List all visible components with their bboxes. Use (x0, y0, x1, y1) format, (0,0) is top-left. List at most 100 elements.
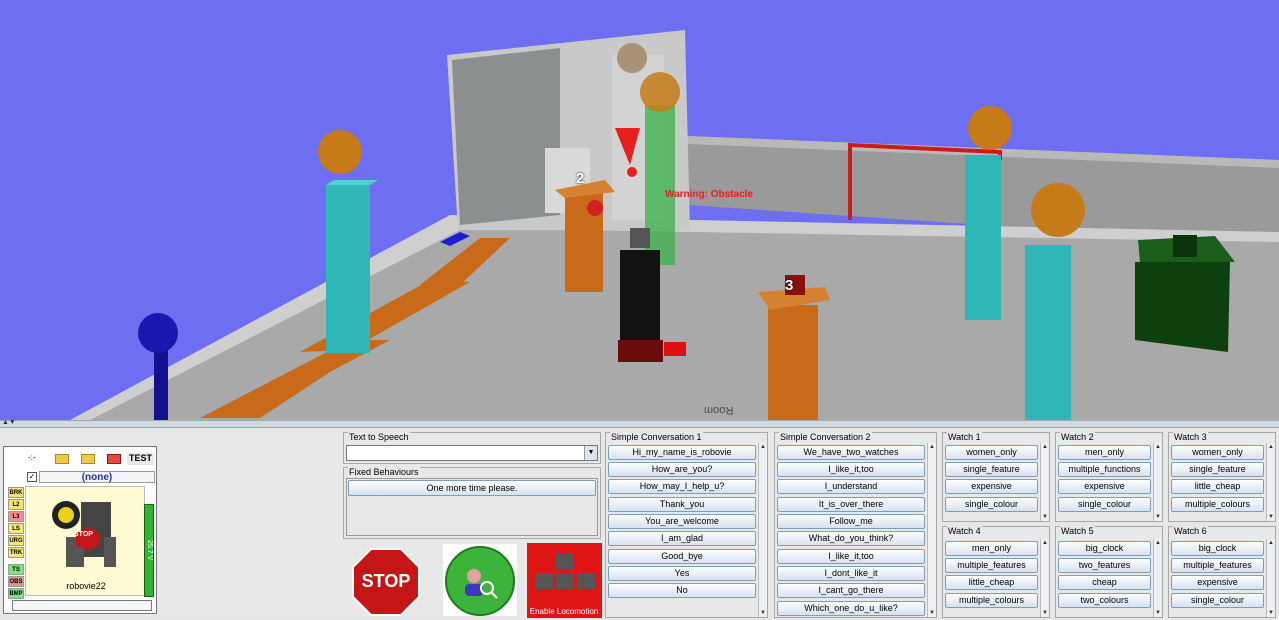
conv1-button[interactable]: You_are_welcome (608, 514, 756, 529)
watch5-button[interactable]: two_features (1058, 558, 1151, 573)
control-panel: -:- TEST BRK L2 L3 LS URG TRK TS OBS BMP… (0, 428, 1279, 618)
watch1-button[interactable]: women_only (945, 445, 1038, 460)
conv2-button[interactable]: I_dont_like_it (777, 566, 925, 581)
watch6-button[interactable]: single_colour (1171, 593, 1264, 608)
watch4-button[interactable]: multiple_features (945, 558, 1038, 573)
watch-2-title: Watch 2 (1060, 432, 1095, 442)
robot-checkbox[interactable]: ✓ (27, 472, 37, 482)
watch2-button[interactable]: single_colour (1058, 497, 1151, 512)
watch3-button[interactable]: women_only (1171, 445, 1264, 460)
enable-locomotion-button[interactable]: Enable Locomotion (527, 543, 602, 618)
scroll-up-icon[interactable]: ▲ (1267, 539, 1275, 547)
conv1-button[interactable]: Thank_you (608, 497, 756, 512)
tts-input[interactable]: ▼ (346, 445, 598, 461)
robot-toolbar: -:- TEST (8, 453, 155, 467)
scroll-up-icon[interactable]: ▲ (1154, 539, 1162, 547)
conv2-button[interactable]: I_understand (777, 479, 925, 494)
stop-button[interactable]: STOP (351, 547, 421, 617)
scroll-down-icon[interactable]: ▼ (1154, 513, 1162, 521)
watch2-button[interactable]: expensive (1058, 479, 1151, 494)
watch4-scrollbar[interactable]: ▲ ▼ (1040, 539, 1049, 617)
watch3-button[interactable]: single_feature (1171, 462, 1264, 477)
folder-icon[interactable] (55, 454, 69, 464)
watch6-button[interactable]: multiple_features (1171, 558, 1264, 573)
watch-1-title: Watch 1 (947, 432, 982, 442)
watch6-button[interactable]: expensive (1171, 575, 1264, 590)
scroll-down-icon[interactable]: ▼ (1267, 609, 1275, 617)
conv2-button[interactable]: I_like_it,too (777, 549, 925, 564)
conv1-button[interactable]: Good_bye (608, 549, 756, 564)
conv1-scrollbar[interactable]: ▲ ▼ (758, 443, 767, 617)
scroll-up-icon[interactable]: ▲ (928, 443, 936, 451)
3d-viewport[interactable]: Warning: Obstacle 2 3 Room (0, 0, 1279, 420)
watch-6-title: Watch 6 (1173, 526, 1208, 536)
conv2-button[interactable]: I_cant_go_there (777, 583, 925, 598)
watch1-button[interactable]: single_feature (945, 462, 1038, 477)
status-flags: BRK L2 L3 LS URG TRK TS OBS BMP (8, 487, 24, 600)
scroll-up-icon[interactable]: ▲ (1267, 443, 1275, 451)
watch4-button[interactable]: men_only (945, 541, 1038, 556)
conv1-button[interactable]: I_am_glad (608, 531, 756, 546)
watch6-button[interactable]: big_clock (1171, 541, 1264, 556)
behaviour-button[interactable]: One more time please. (348, 480, 596, 496)
toolbar-arrows: -:- (28, 453, 36, 462)
split-divider[interactable]: ▲▼ (0, 419, 1279, 428)
scroll-up-icon[interactable]: ▲ (1041, 443, 1049, 451)
watch4-button[interactable]: multiple_colours (945, 593, 1038, 608)
scroll-down-icon[interactable]: ▼ (1267, 513, 1275, 521)
obstacle-warning-text: Warning: Obstacle (665, 189, 753, 200)
scroll-up-icon[interactable]: ▲ (1041, 539, 1049, 547)
stop-label: STOP (361, 571, 411, 591)
watch-4-group: Watch 4 men_only multiple_features littl… (942, 526, 1050, 618)
divider-arrows-icon[interactable]: ▲▼ (2, 419, 16, 426)
conv2-button[interactable]: What_do_you_think? (777, 531, 925, 546)
conv1-button[interactable]: Hi_my_name_is_robovie (608, 445, 756, 460)
scroll-down-icon[interactable]: ▼ (928, 609, 936, 617)
watch2-button[interactable]: multiple_functions (1058, 462, 1151, 477)
test-button[interactable]: TEST (127, 453, 155, 465)
scroll-up-icon[interactable]: ▲ (1154, 443, 1162, 451)
conv1-button[interactable]: How_are_you? (608, 462, 756, 477)
scroll-down-icon[interactable]: ▼ (759, 609, 767, 617)
conv2-button[interactable]: I_like_it,too (777, 462, 925, 477)
conv2-button[interactable]: We_have_two_watches (777, 445, 925, 460)
scroll-down-icon[interactable]: ▼ (1041, 609, 1049, 617)
watch1-scrollbar[interactable]: ▲ ▼ (1040, 443, 1049, 521)
conv1-button[interactable]: No (608, 583, 756, 598)
watch1-button[interactable]: expensive (945, 479, 1038, 494)
watch-3-group: Watch 3 women_only single_feature little… (1168, 432, 1276, 522)
fixed-behaviours-group: Fixed Behaviours One more time please. (343, 467, 601, 539)
robot-card[interactable]: STOP robovie22 (25, 486, 145, 596)
robot-command-input[interactable] (12, 600, 152, 611)
folder-open-icon[interactable] (81, 454, 95, 464)
scroll-down-icon[interactable]: ▼ (1041, 513, 1049, 521)
watch5-scrollbar[interactable]: ▲ ▼ (1153, 539, 1162, 617)
watch2-scrollbar[interactable]: ▲ ▼ (1153, 443, 1162, 521)
robot-selection[interactable]: (none) (39, 471, 155, 483)
watch3-button[interactable]: little_cheap (1171, 479, 1264, 494)
fixed-behaviours-title: Fixed Behaviours (348, 467, 420, 477)
watch6-scrollbar[interactable]: ▲ ▼ (1266, 539, 1275, 617)
chevron-down-icon[interactable]: ▼ (584, 446, 597, 460)
watch4-button[interactable]: little_cheap (945, 575, 1038, 590)
conv1-button[interactable]: How_may_I_help_u? (608, 479, 756, 494)
orange-ball-left (318, 130, 362, 174)
conv2-scrollbar[interactable]: ▲ ▼ (927, 443, 936, 617)
watch5-button[interactable]: two_colours (1058, 593, 1151, 608)
search-user-button[interactable] (443, 544, 517, 616)
watch5-button[interactable]: big_clock (1058, 541, 1151, 556)
robot-stop-text: STOP (74, 531, 93, 538)
conv2-button[interactable]: It_is_over_there (777, 497, 925, 512)
conv1-button[interactable]: Yes (608, 566, 756, 581)
watch2-button[interactable]: men_only (1058, 445, 1151, 460)
watch3-scrollbar[interactable]: ▲ ▼ (1266, 443, 1275, 521)
watch1-button[interactable]: single_colour (945, 497, 1038, 512)
alert-icon[interactable] (107, 454, 121, 464)
simple-conversation-1-title: Simple Conversation 1 (610, 432, 703, 442)
watch3-button[interactable]: multiple_colours (1171, 497, 1264, 512)
conv2-button[interactable]: Which_one_do_u_like? (777, 601, 925, 616)
watch5-button[interactable]: cheap (1058, 575, 1151, 590)
scroll-down-icon[interactable]: ▼ (1154, 609, 1162, 617)
conv2-button[interactable]: Follow_me (777, 514, 925, 529)
scroll-up-icon[interactable]: ▲ (759, 443, 767, 451)
